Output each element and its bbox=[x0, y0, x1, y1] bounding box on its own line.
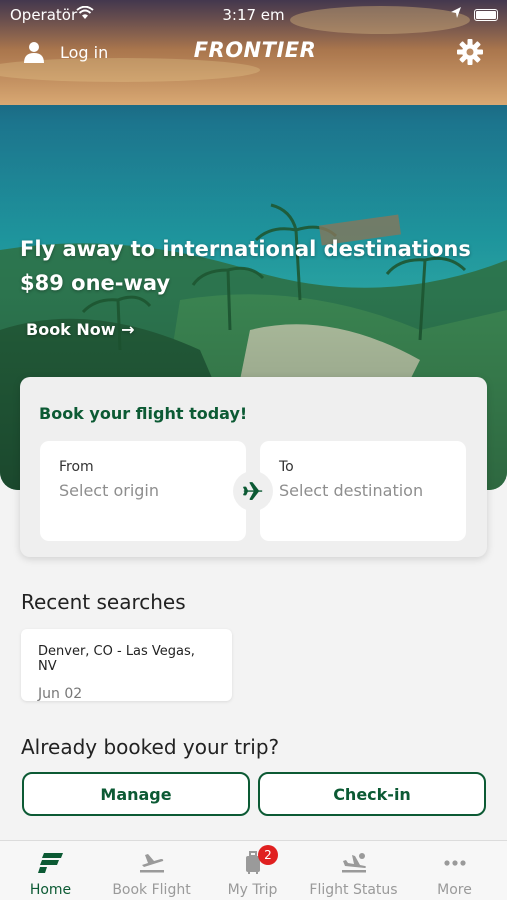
user-icon bbox=[24, 42, 44, 63]
tab-flight-status[interactable]: Flight Status bbox=[303, 841, 404, 900]
battery-icon bbox=[474, 9, 498, 21]
tab-more[interactable]: More bbox=[404, 841, 505, 900]
tab-book-flight[interactable]: Book Flight bbox=[101, 841, 202, 900]
airplane-icon bbox=[243, 482, 263, 500]
destination-label: To bbox=[279, 459, 294, 475]
tab-home-label: Home bbox=[29, 882, 72, 898]
destination-placeholder: Select destination bbox=[279, 481, 424, 500]
tab-bar: Home Book Flight 2 My Trip Flight Status… bbox=[0, 840, 507, 900]
recent-search-route: Denver, CO - Las Vegas, NV bbox=[38, 644, 195, 674]
recent-search-item[interactable]: Denver, CO - Las Vegas, NV Jun 02 bbox=[21, 629, 232, 702]
more-dots-icon bbox=[443, 860, 466, 866]
origin-field[interactable]: From Select origin bbox=[40, 441, 246, 541]
destination-field[interactable]: To Select destination bbox=[260, 441, 466, 541]
origin-label: From bbox=[59, 459, 94, 475]
tab-more-label: More bbox=[437, 882, 472, 898]
login-button[interactable]: Log in bbox=[22, 38, 108, 66]
plane-takeoff-icon bbox=[139, 854, 164, 873]
recent-searches-heading: Recent searches bbox=[21, 590, 186, 614]
recent-search-date: Jun 02 bbox=[38, 686, 83, 702]
frontier-logo: FRONTIER bbox=[193, 38, 317, 62]
plane-landing-icon bbox=[341, 853, 366, 873]
tab-home[interactable]: Home bbox=[0, 841, 101, 900]
booking-card-title: Book your flight today! bbox=[39, 404, 248, 423]
clock: 3:17 em bbox=[222, 6, 285, 24]
frontier-f-icon bbox=[37, 853, 63, 873]
tab-flight-status-label: Flight Status bbox=[309, 882, 398, 898]
status-bar: Operatör 3:17 em bbox=[0, 4, 507, 26]
already-booked-heading: Already booked your trip? bbox=[21, 735, 280, 759]
location-arrow-icon bbox=[450, 6, 462, 24]
book-now-link[interactable]: Book Now → bbox=[26, 320, 135, 339]
origin-placeholder: Select origin bbox=[59, 481, 159, 500]
my-trip-badge: 2 bbox=[258, 845, 278, 865]
booking-card: Book your flight today! From Select orig… bbox=[20, 377, 487, 557]
tab-book-flight-label: Book Flight bbox=[112, 882, 191, 898]
checkin-button[interactable]: Check-in bbox=[258, 772, 486, 816]
promo-line-2: $89 one-way bbox=[20, 271, 171, 295]
login-label: Log in bbox=[60, 42, 109, 62]
manage-button[interactable]: Manage bbox=[22, 772, 250, 816]
tab-my-trip[interactable]: 2 My Trip bbox=[202, 841, 303, 900]
gear-icon[interactable] bbox=[456, 38, 484, 66]
promo-line-1: Fly away to international destinations bbox=[20, 237, 471, 261]
swap-airports-button[interactable] bbox=[233, 471, 273, 511]
tab-my-trip-label: My Trip bbox=[227, 882, 278, 898]
promo-headline: Fly away to international destinations $… bbox=[20, 232, 471, 300]
